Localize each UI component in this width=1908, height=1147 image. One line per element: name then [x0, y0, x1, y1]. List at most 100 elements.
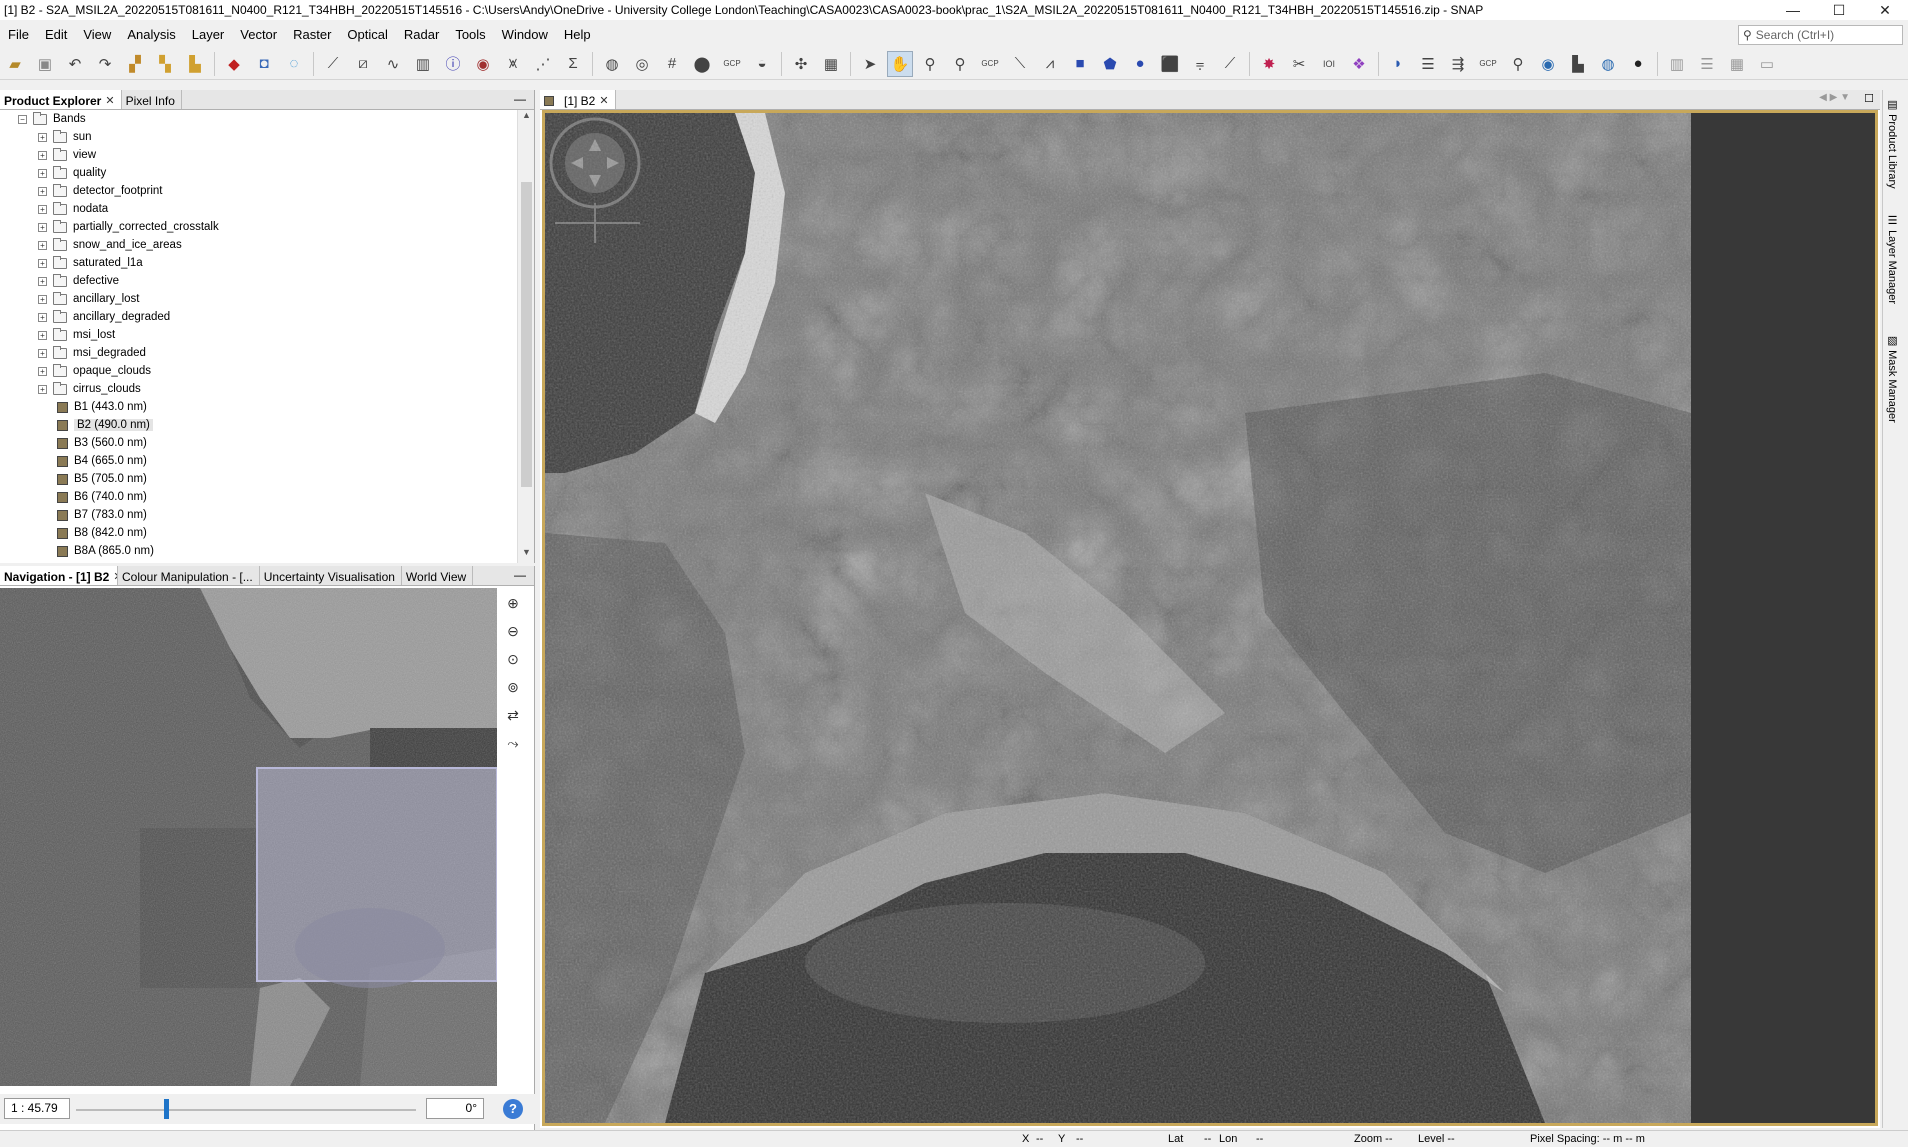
zoom-slider-thumb[interactable] [164, 1099, 170, 1119]
close-icon[interactable]: ✕ [105, 94, 114, 107]
expand-icon[interactable]: + [38, 294, 47, 304]
menu-raster[interactable]: Raster [285, 24, 339, 46]
rgb-image-icon[interactable]: ▚ [152, 51, 178, 77]
close-window-button[interactable]: ✕ [1862, 0, 1908, 20]
tab-colour-manipulation[interactable]: Colour Manipulation - [... [118, 566, 260, 585]
tree-node-folder[interactable]: + partially_corrected_crosstalk [0, 218, 518, 236]
maximize-button[interactable]: ☐ [1816, 0, 1862, 20]
tree-node-folder[interactable]: + quality [0, 164, 518, 182]
terrain-icon[interactable]: ◗ [1385, 51, 1411, 77]
scrollbar-thumb[interactable] [521, 182, 532, 487]
gcp-tool-icon[interactable]: GCP [1475, 51, 1501, 77]
tree-node-band[interactable]: B3 (560.0 nm) [0, 434, 518, 452]
density-plot-icon[interactable]: ⋰ [530, 51, 556, 77]
refresh-icon[interactable]: ◌ [281, 51, 307, 77]
zoom-in-icon[interactable]: ⊕ [502, 592, 524, 614]
range-finder-icon[interactable]: ⩦ [1187, 51, 1213, 77]
tree-node-band[interactable]: B5 (705.0 nm) [0, 470, 518, 488]
tree-node-bands[interactable]: − Bands [0, 110, 518, 128]
chart-icon[interactable]: ▙ [1565, 51, 1591, 77]
rectangle-drawing-icon[interactable]: ■ [1067, 51, 1093, 77]
search-box[interactable]: ⚲ Search (Ctrl+I) [1738, 25, 1903, 45]
tree-node-folder[interactable]: + nodata [0, 200, 518, 218]
menu-help[interactable]: Help [556, 24, 599, 46]
tree-node-band[interactable]: B8A (865.0 nm) [0, 542, 518, 560]
sync-views-icon[interactable]: ▦ [818, 51, 844, 77]
line-drawing-icon[interactable]: ⟍ [1007, 51, 1033, 77]
redo-icon[interactable]: ↷ [92, 51, 118, 77]
tree-node-folder[interactable]: + cirrus_clouds [0, 380, 518, 398]
tree-node-folder[interactable]: + msi_lost [0, 326, 518, 344]
expand-icon[interactable]: + [38, 330, 47, 340]
profile-plot-icon[interactable]: ⟋ [320, 51, 346, 77]
magic-wand-icon[interactable]: ⟋ [1217, 51, 1243, 77]
minimize-panel-button[interactable]: — [514, 568, 526, 582]
tree-node-folder[interactable]: + msi_degraded [0, 344, 518, 362]
information-icon[interactable]: ⓘ [440, 51, 466, 77]
polygon-drawing-icon[interactable]: ⬟ [1097, 51, 1123, 77]
open-product-icon[interactable]: ▰ [2, 51, 28, 77]
stack-icon[interactable]: ☰ [1415, 51, 1441, 77]
draw-line-icon[interactable]: ⧄ [350, 51, 376, 77]
menu-layer[interactable]: Layer [184, 24, 233, 46]
world-view-icon[interactable]: ◎ [629, 51, 655, 77]
polyline-drawing-icon[interactable]: ⩘ [1037, 51, 1063, 77]
tree-node-folder[interactable]: + ancillary_degraded [0, 308, 518, 326]
expand-icon[interactable]: + [38, 258, 47, 268]
sidebar-tab-mask-manager[interactable]: ▧ Mask Manager [1886, 334, 1899, 423]
sync-cursor-icon[interactable]: ✣ [788, 51, 814, 77]
sidebar-tab-layer-manager[interactable]: ☰ Layer Manager [1886, 214, 1899, 304]
tile-vertical-icon[interactable]: ☰ [1694, 51, 1720, 77]
menu-file[interactable]: File [0, 24, 37, 46]
star-icon[interactable]: ✸ [1256, 51, 1282, 77]
sync-cursor-icon[interactable]: ⤳ [502, 732, 524, 754]
scatter-icon[interactable]: ⩙ [500, 51, 526, 77]
expand-icon[interactable]: + [38, 240, 47, 250]
menu-vector[interactable]: Vector [232, 24, 285, 46]
save-product-icon[interactable]: ▣ [32, 51, 58, 77]
tree-node-band[interactable]: B1 (443.0 nm) [0, 398, 518, 416]
minimize-panel-button[interactable]: — [514, 92, 526, 106]
sigma-icon[interactable]: Σ [560, 51, 586, 77]
ioi-icon[interactable]: IOI [1316, 51, 1342, 77]
menu-edit[interactable]: Edit [37, 24, 75, 46]
search-tool-icon[interactable]: ⚲ [1505, 51, 1531, 77]
tree-node-band[interactable]: B8 (842.0 nm) [0, 524, 518, 542]
tree-node-folder[interactable]: + defective [0, 272, 518, 290]
zoom-tool-icon[interactable]: ⚲ [917, 51, 943, 77]
tree-node-band[interactable]: B4 (665.0 nm) [0, 452, 518, 470]
menu-optical[interactable]: Optical [339, 24, 395, 46]
spectrum-icon[interactable]: ∿ [380, 51, 406, 77]
maximize-panel-icon[interactable]: ☐ [1864, 92, 1874, 105]
tree-node-folder[interactable]: + sun [0, 128, 518, 146]
time-series-icon[interactable]: ◉ [470, 51, 496, 77]
expand-icon[interactable]: + [38, 132, 47, 142]
tab-image-view-b2[interactable]: [1] B2 ✕ [540, 90, 616, 109]
tile-single-icon[interactable]: ▭ [1754, 51, 1780, 77]
world-map-icon[interactable]: ◍ [599, 51, 625, 77]
rotation-field[interactable]: 0° [426, 1098, 484, 1119]
graticule-icon[interactable]: # [659, 51, 685, 77]
expand-icon[interactable]: + [38, 366, 47, 376]
expand-icon[interactable]: + [38, 222, 47, 232]
zoom-out-icon[interactable]: ⊖ [502, 620, 524, 642]
sidebar-tab-product-library[interactable]: ▤ Product Library [1886, 98, 1899, 189]
mask-icon[interactable]: ◘ [251, 51, 277, 77]
cut-icon[interactable]: ✂ [1286, 51, 1312, 77]
expand-icon[interactable]: + [38, 204, 47, 214]
tree-node-band[interactable]: B7 (783.0 nm) [0, 506, 518, 524]
tree-node-folder[interactable]: + view [0, 146, 518, 164]
undo-icon[interactable]: ↶ [62, 51, 88, 77]
pan-tool-icon[interactable]: ✋ [887, 50, 913, 77]
menu-analysis[interactable]: Analysis [119, 24, 183, 46]
tree-node-folder[interactable]: + detector_footprint [0, 182, 518, 200]
satellite-image-canvas[interactable] [545, 113, 1875, 1123]
gcp-placing-icon[interactable]: GCP [977, 51, 1003, 77]
expand-icon[interactable]: + [38, 186, 47, 196]
tab-world-view[interactable]: World View [401, 566, 474, 585]
select-tool-icon[interactable]: ➤ [857, 51, 883, 77]
menu-tools[interactable]: Tools [447, 24, 493, 46]
band-maths-icon[interactable]: ▞ [122, 51, 148, 77]
tab-arrows-icon[interactable]: ◀ ▶ ▼ [1819, 92, 1850, 103]
tree-node-folder[interactable]: + snow_and_ice_areas [0, 236, 518, 254]
